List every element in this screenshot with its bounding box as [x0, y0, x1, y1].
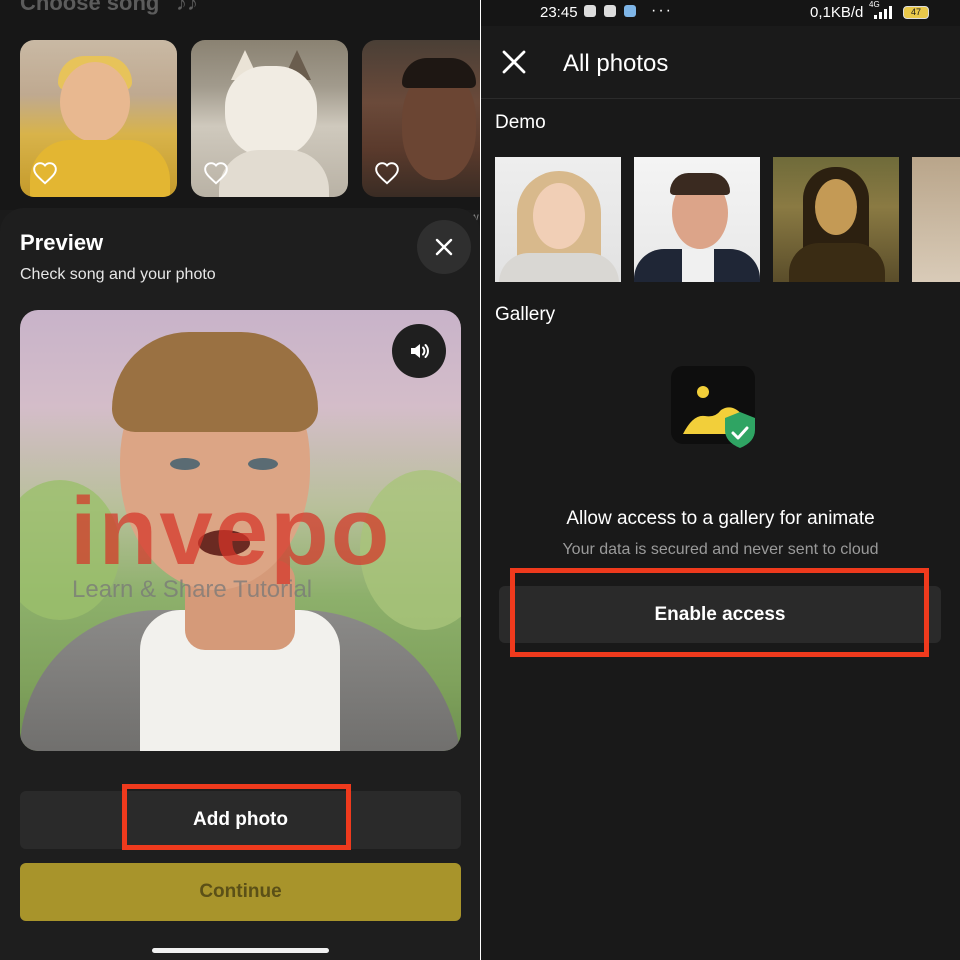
photo-art	[170, 458, 200, 470]
notification-icons	[584, 5, 636, 17]
demo-photo-thumb[interactable]	[773, 157, 899, 282]
photo-art	[360, 470, 461, 630]
photo-art	[112, 332, 318, 432]
close-button[interactable]	[417, 220, 471, 274]
thumbnail-art	[219, 150, 329, 197]
continue-button[interactable]: Continue	[20, 863, 461, 921]
sound-toggle-button[interactable]	[392, 324, 446, 378]
close-icon[interactable]	[501, 49, 527, 75]
thumbnail-art	[402, 58, 476, 88]
thumbnail-art	[60, 62, 130, 142]
divider	[481, 98, 960, 99]
choose-song-title: Choose song	[20, 0, 160, 15]
preview-photo	[20, 310, 461, 751]
heart-icon[interactable]	[203, 161, 229, 187]
gallery-section-label: Gallery	[495, 304, 556, 325]
status-time: 23:45	[540, 4, 578, 21]
demo-photo-thumb[interactable]	[634, 157, 760, 282]
signal-icon	[874, 6, 892, 19]
more-notifications-icon: ···	[651, 2, 673, 19]
page-title: All photos	[563, 50, 669, 77]
home-indicator	[152, 948, 329, 953]
song-picker: Choose song ♪♪ w	[0, 0, 480, 224]
close-icon	[435, 238, 453, 256]
thumbnail-art	[533, 183, 585, 249]
access-subtitle: Your data is secured and never sent to c…	[562, 541, 879, 558]
network-speed: 0,1KB/d	[810, 4, 864, 21]
preview-title: Preview	[20, 230, 104, 255]
access-title: Allow access to a gallery for animate	[566, 508, 875, 529]
thumbnail-art	[499, 253, 619, 282]
top-app-bar: All photos	[481, 26, 960, 98]
left-screen: Choose song ♪♪ w Preview Check song and …	[0, 0, 480, 960]
song-card[interactable]	[362, 40, 480, 197]
heart-icon[interactable]	[374, 161, 400, 187]
preview-subtitle: Check song and your photo	[20, 266, 216, 283]
notification-icon	[624, 5, 636, 17]
notification-icon	[584, 5, 596, 17]
demo-photo-thumb[interactable]	[495, 157, 621, 282]
heart-icon[interactable]	[32, 161, 58, 187]
speaker-icon	[411, 344, 429, 358]
gallery-shield-icon	[671, 366, 755, 448]
thumbnail-art	[682, 249, 714, 282]
highlight-box	[122, 784, 351, 850]
demo-section-label: Demo	[495, 112, 546, 133]
battery-icon: 47	[903, 6, 929, 19]
demo-photo-thumb[interactable]	[912, 157, 960, 282]
thumbnail-art	[670, 173, 730, 195]
preview-sheet: Preview Check song and your photo Add ph…	[0, 208, 480, 960]
thumbnail-art	[789, 243, 885, 282]
song-card[interactable]	[191, 40, 348, 197]
music-notes-icon: ♪♪	[176, 0, 198, 15]
photo-art	[20, 480, 120, 620]
thumbnail-art	[225, 66, 317, 158]
notification-icon	[604, 5, 616, 17]
photo-art	[248, 458, 278, 470]
thumbnail-art	[815, 179, 857, 235]
highlight-box	[510, 568, 929, 657]
right-screen: 23:45 ··· 0,1KB/d 4G 47 All photos Demo	[481, 0, 960, 960]
status-bar: 23:45 ··· 0,1KB/d 4G 47	[481, 0, 960, 26]
photo-art	[198, 530, 250, 556]
song-card[interactable]	[20, 40, 177, 197]
